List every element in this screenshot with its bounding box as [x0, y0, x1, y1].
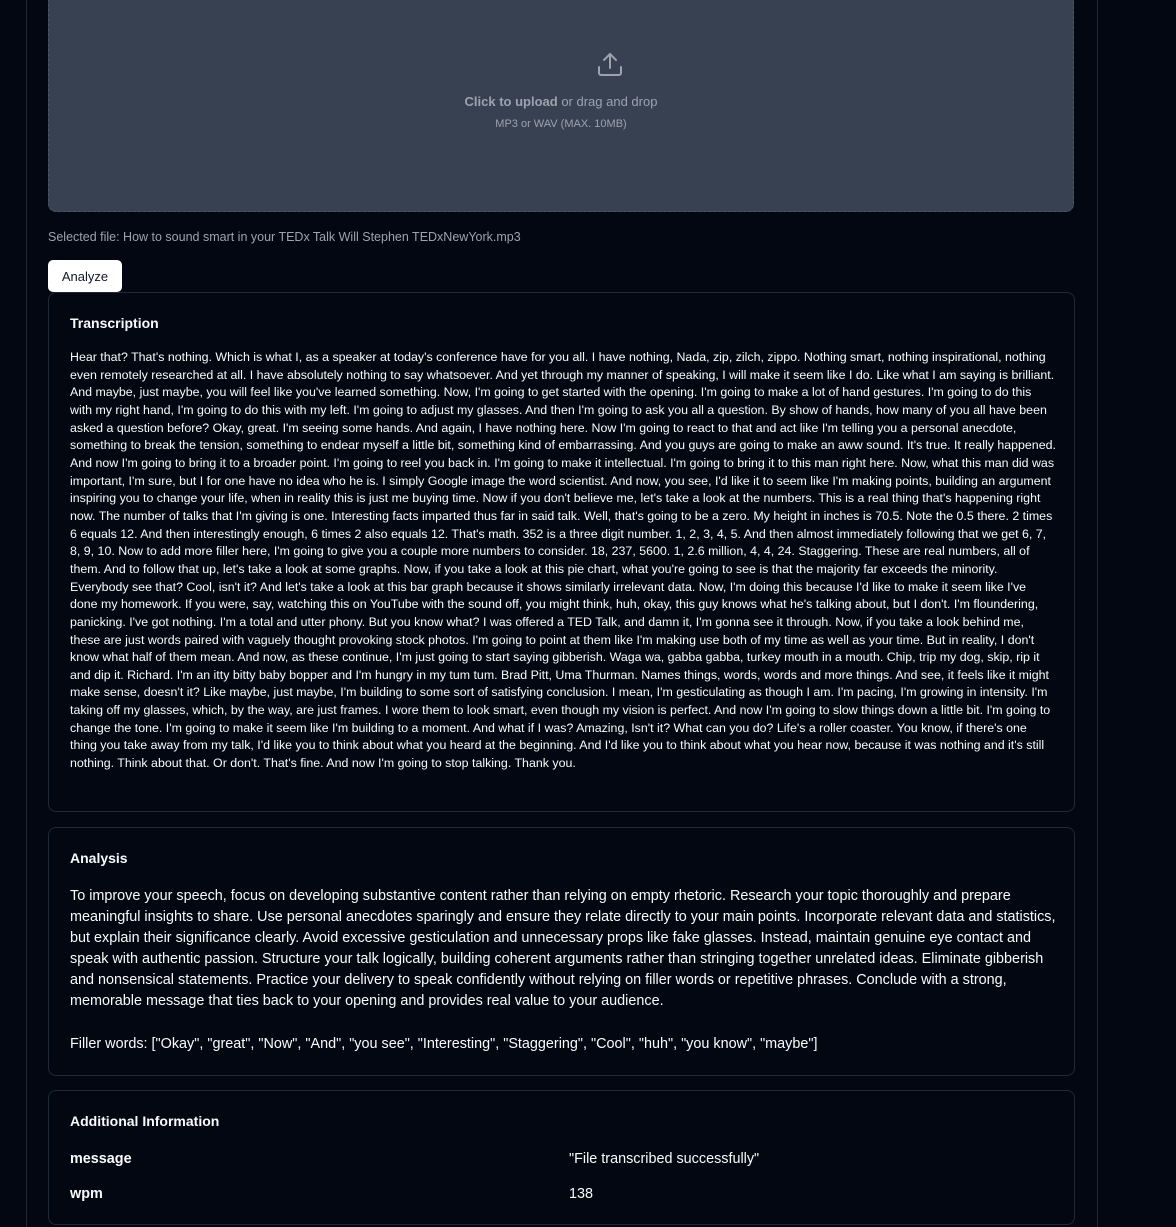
upload-format-hint: MP3 or WAV (MAX. 10MB): [495, 118, 627, 130]
analyze-button[interactable]: Analyze: [48, 260, 122, 292]
info-key-message: message: [70, 1151, 132, 1167]
click-to-upload-label[interactable]: Click to upload: [465, 94, 558, 109]
additional-info-card: Additional Information message "File tra…: [48, 1090, 1075, 1225]
analysis-card: Analysis To improve your speech, focus o…: [48, 827, 1075, 1076]
content-border-left: [26, 0, 27, 1227]
analysis-title: Analysis: [70, 850, 128, 866]
selected-file-label: Selected file: How to sound smart in you…: [48, 230, 521, 244]
content-border-right: [1097, 0, 1098, 1227]
analysis-text: To improve your speech, focus on develop…: [70, 888, 1056, 1009]
transcription-title: Transcription: [70, 315, 159, 331]
drag-drop-label: or drag and drop: [557, 94, 658, 109]
info-value-message: "File transcribed successfully": [569, 1151, 760, 1167]
transcription-text: Hear that? That's nothing. Which is what…: [70, 350, 1056, 771]
info-value-wpm: 138: [569, 1186, 594, 1202]
page: Click to upload or drag and drop MP3 or …: [0, 0, 1176, 1227]
upload-instructions: Click to upload or drag and drop: [49, 94, 1073, 109]
additional-info-title: Additional Information: [70, 1113, 220, 1129]
file-dropzone[interactable]: Click to upload or drag and drop MP3 or …: [48, 0, 1074, 212]
info-key-wpm: wpm: [70, 1186, 103, 1202]
transcription-card: Transcription Hear that? That's nothing.…: [48, 292, 1075, 812]
filler-words-text: Filler words: ["Okay", "great", "Now", "…: [70, 1036, 818, 1052]
upload-icon: [598, 53, 622, 76]
